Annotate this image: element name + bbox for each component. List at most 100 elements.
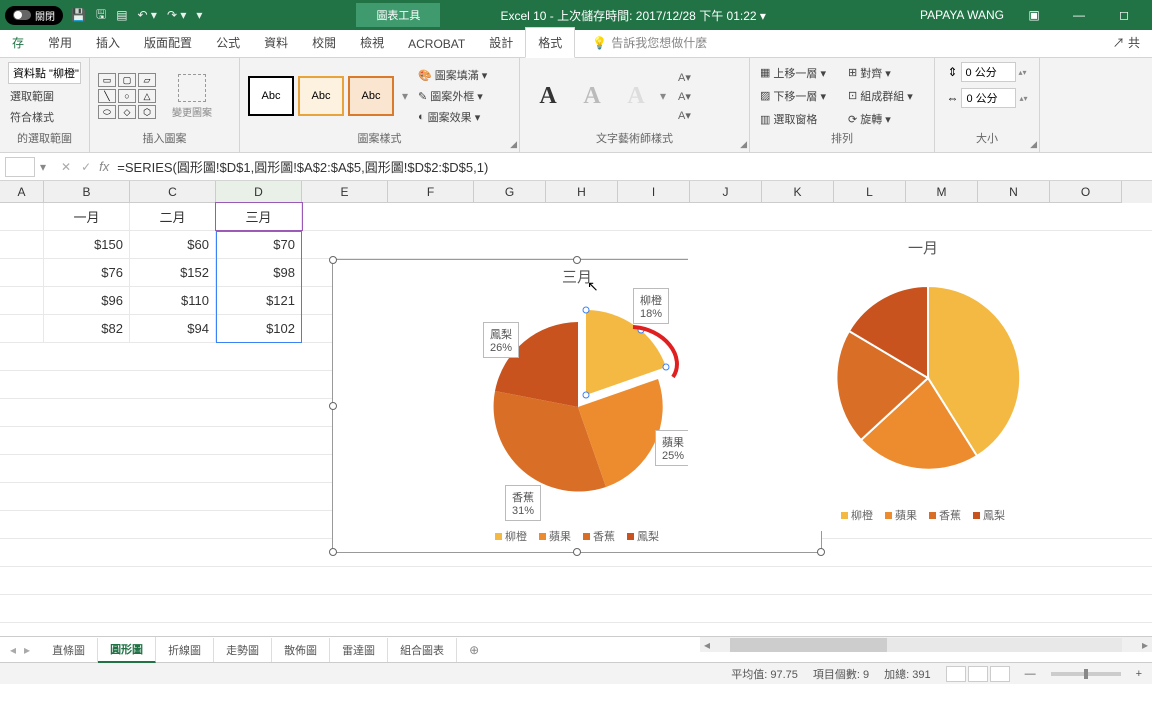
tab-design[interactable]: 設計 xyxy=(477,28,525,57)
col-header[interactable]: A xyxy=(0,181,44,203)
zoom-out-button[interactable]: ― xyxy=(1025,668,1036,680)
shape-style-3[interactable]: Abc xyxy=(348,76,394,116)
undo-icon[interactable]: ↶ ▾ xyxy=(138,8,157,22)
cell[interactable]: $70 xyxy=(216,231,302,258)
group-button[interactable]: ⊡ 組成群組 ▾ xyxy=(846,87,926,105)
col-header[interactable]: D xyxy=(216,181,302,203)
col-header[interactable]: I xyxy=(618,181,690,203)
maximize-icon[interactable]: ◻ xyxy=(1109,8,1139,22)
col-header[interactable]: J xyxy=(690,181,762,203)
shape-fill-button[interactable]: 🎨 圖案填滿 ▾ xyxy=(416,66,489,84)
share-button[interactable]: ↗ 共 xyxy=(1101,28,1152,57)
name-box[interactable] xyxy=(5,157,35,177)
new-sheet-button[interactable]: ⊕ xyxy=(469,643,479,657)
cell[interactable]: $76 xyxy=(44,259,130,286)
rotate-button[interactable]: ⟳ 旋轉 ▾ xyxy=(846,110,926,128)
ribbon-options-icon[interactable]: ▣ xyxy=(1019,8,1049,22)
style-gallery-more[interactable]: ▾ xyxy=(398,89,412,103)
cell[interactable]: $121 xyxy=(216,287,302,314)
data-label[interactable]: 鳳梨26% xyxy=(483,322,519,358)
cell[interactable]: $102 xyxy=(216,315,302,342)
data-label[interactable]: 柳橙18% xyxy=(633,288,669,324)
dialog-launcher-icon[interactable]: ◢ xyxy=(740,139,747,150)
text-effects-icon[interactable]: A▾ xyxy=(678,109,691,122)
cell[interactable]: 一月 xyxy=(44,203,130,230)
redo-icon[interactable]: ↷ ▾ xyxy=(167,8,186,22)
chart-legend[interactable]: 柳橙 蘋果 香蕉 鳳梨 xyxy=(688,507,1152,523)
tab-data[interactable]: 資料 xyxy=(252,28,300,57)
cell[interactable]: $96 xyxy=(44,287,130,314)
tab-acrobat[interactable]: ACROBAT xyxy=(396,31,477,57)
col-header[interactable]: L xyxy=(834,181,906,203)
fx-icon[interactable]: fx xyxy=(99,159,109,174)
wordart-more[interactable]: ▾ xyxy=(660,89,674,103)
width-input[interactable]: 0 公分 xyxy=(961,88,1016,108)
chart-title[interactable]: 一月 xyxy=(688,237,1152,258)
sheet-tab[interactable]: 圓形圖 xyxy=(98,637,156,663)
col-header[interactable]: G xyxy=(474,181,546,203)
autosave-toggle[interactable]: 關閉 xyxy=(5,6,63,25)
cell[interactable]: 三月 xyxy=(216,203,302,230)
shape-style-1[interactable]: Abc xyxy=(248,76,294,116)
align-button[interactable]: ⊞ 對齊 ▾ xyxy=(846,64,926,82)
cell[interactable]: $150 xyxy=(44,231,130,258)
cell[interactable]: $110 xyxy=(130,287,216,314)
col-header[interactable]: E xyxy=(302,181,388,203)
format-selection-button[interactable]: 選取範圍 xyxy=(8,87,81,105)
tab-home[interactable]: 常用 xyxy=(36,28,84,57)
col-header[interactable]: B xyxy=(44,181,130,203)
col-header[interactable]: H xyxy=(546,181,618,203)
shapes-gallery[interactable]: ▭▢▱ ╲○△ ⬭◇⬡ xyxy=(98,73,168,119)
qat-more-icon[interactable]: ▾ xyxy=(196,8,202,22)
col-header[interactable]: K xyxy=(762,181,834,203)
horizontal-scrollbar[interactable]: ◂ ▸ xyxy=(700,636,1152,652)
cell[interactable]: $98 xyxy=(216,259,302,286)
tab-review[interactable]: 校閱 xyxy=(300,28,348,57)
save-icon[interactable]: 💾 xyxy=(71,8,86,22)
send-backward-button[interactable]: ▨ 下移一層 ▾ xyxy=(758,87,838,105)
view-pagelayout-icon[interactable] xyxy=(968,666,988,682)
tell-me-input[interactable]: 💡 告訴我您想做什麼 xyxy=(580,28,719,57)
view-pagebreak-icon[interactable] xyxy=(990,666,1010,682)
tab-file[interactable]: 存 xyxy=(0,28,36,57)
sheet-tab[interactable]: 走勢圖 xyxy=(214,638,272,662)
shape-style-2[interactable]: Abc xyxy=(298,76,344,116)
zoom-in-button[interactable]: + xyxy=(1136,668,1142,680)
wordart-style-2[interactable]: A xyxy=(572,76,612,116)
tab-formulas[interactable]: 公式 xyxy=(204,28,252,57)
text-outline-icon[interactable]: A▾ xyxy=(678,90,691,103)
sheet-tab[interactable]: 直條圖 xyxy=(40,638,98,662)
worksheet-grid[interactable]: A B C D E F G H I J K L M N O 一月 二月 三月 $… xyxy=(0,181,1152,636)
cell[interactable]: $94 xyxy=(130,315,216,342)
tab-format[interactable]: 格式 xyxy=(525,27,575,58)
pie-chart[interactable] xyxy=(688,258,1152,488)
wordart-style-3[interactable]: A xyxy=(616,76,656,116)
dialog-launcher-icon[interactable]: ◢ xyxy=(510,139,517,150)
chart-january[interactable]: 一月 柳橙 蘋果 香蕉 鳳梨 xyxy=(688,231,1152,531)
change-shape-button[interactable]: 變更圖案 xyxy=(172,104,212,119)
col-header[interactable]: F xyxy=(388,181,474,203)
col-header[interactable]: M xyxy=(906,181,978,203)
bring-forward-button[interactable]: ▦ 上移一層 ▾ xyxy=(758,64,838,82)
cell[interactable]: $60 xyxy=(130,231,216,258)
data-label[interactable]: 香蕉31% xyxy=(505,485,541,521)
change-shape-icon[interactable] xyxy=(178,74,206,102)
wordart-style-1[interactable]: A xyxy=(528,76,568,116)
cell[interactable]: $152 xyxy=(130,259,216,286)
height-input[interactable]: 0 公分 xyxy=(961,62,1016,82)
data-label[interactable]: 蘋果25% xyxy=(655,430,691,466)
sheet-tab[interactable]: 散佈圖 xyxy=(272,638,330,662)
tab-view[interactable]: 檢視 xyxy=(348,28,396,57)
col-header[interactable]: O xyxy=(1050,181,1122,203)
text-fill-icon[interactable]: A▾ xyxy=(678,71,691,84)
formula-input[interactable]: =SERIES(圓形圖!$D$1,圓形圖!$A$2:$A$5,圓形圖!$D$2:… xyxy=(117,157,488,176)
reset-style-button[interactable]: 符合樣式 xyxy=(8,108,81,126)
enter-icon[interactable]: ✓ xyxy=(81,160,91,174)
sheet-tab[interactable]: 組合圖表 xyxy=(388,638,457,662)
shape-effects-button[interactable]: ◐ 圖案效果 ▾ xyxy=(416,108,489,126)
cancel-icon[interactable]: ✕ xyxy=(61,160,71,174)
touch-mode-icon[interactable]: ▤ xyxy=(116,8,127,22)
sheet-tab[interactable]: 雷達圖 xyxy=(330,638,388,662)
zoom-slider[interactable] xyxy=(1051,672,1121,676)
dialog-launcher-icon[interactable]: ◢ xyxy=(1030,139,1037,150)
